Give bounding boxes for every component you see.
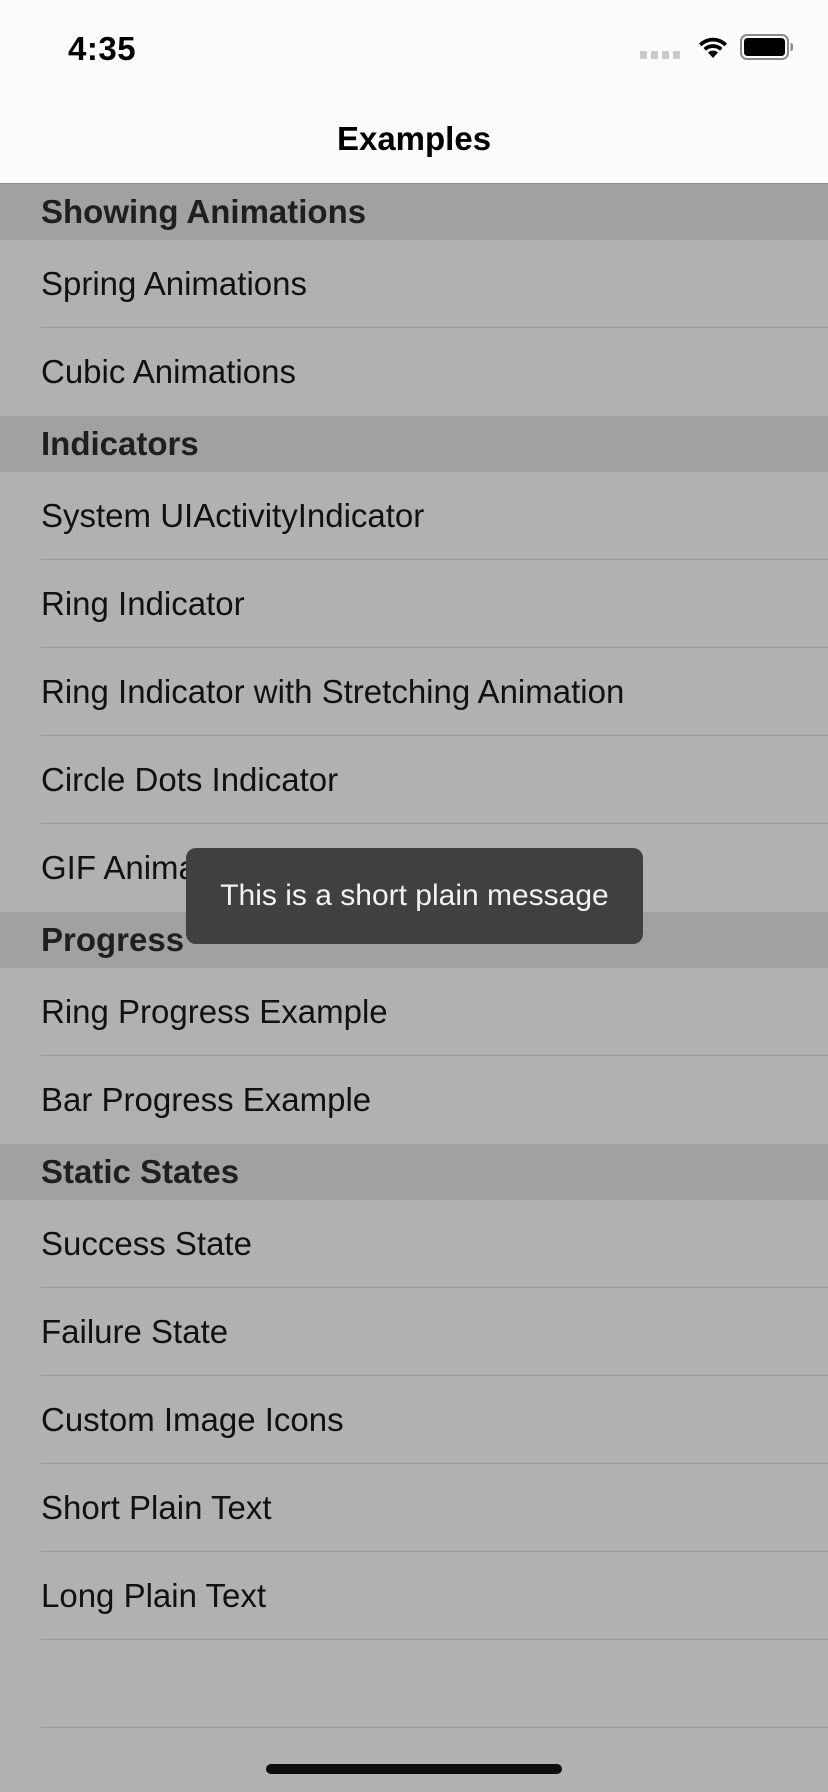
section-header-static-states: Static States: [0, 1144, 828, 1200]
status-bar: 4:35: [0, 0, 828, 92]
list-item-spring-animations[interactable]: Spring Animations: [0, 240, 828, 328]
battery-icon: [740, 34, 793, 60]
navigation-bar: Examples: [0, 92, 828, 184]
list-item-circle-dots-indicator[interactable]: Circle Dots Indicator: [0, 736, 828, 824]
section-header-showing-animations: Showing Animations: [0, 184, 828, 240]
empty-table-row: [0, 1640, 828, 1728]
home-indicator[interactable]: [266, 1764, 562, 1774]
status-icons: [640, 34, 794, 60]
list-item-bar-progress-example[interactable]: Bar Progress Example: [0, 1056, 828, 1144]
list-item-system-uiactivityindicator[interactable]: System UIActivityIndicator: [0, 472, 828, 560]
page-title: Examples: [336, 120, 492, 157]
status-time: 4:35: [68, 30, 137, 67]
toast-message: This is a short plain message: [186, 848, 643, 944]
wifi-icon: [699, 37, 727, 58]
cellular-signal-icon: [640, 35, 680, 59]
list-item-failure-state[interactable]: Failure State: [0, 1288, 828, 1376]
list-item-custom-image-icons[interactable]: Custom Image Icons: [0, 1376, 828, 1464]
list-item-long-plain-text[interactable]: Long Plain Text: [0, 1552, 828, 1640]
list-item-success-state[interactable]: Success State: [0, 1200, 828, 1288]
toast-message-text: This is a short plain message: [220, 879, 609, 912]
list-item-ring-progress-example[interactable]: Ring Progress Example: [0, 968, 828, 1056]
examples-table: Showing Animations Spring Animations Cub…: [0, 184, 828, 1728]
list-item-ring-indicator[interactable]: Ring Indicator: [0, 560, 828, 648]
section-header-indicators: Indicators: [0, 416, 828, 472]
list-item-cubic-animations[interactable]: Cubic Animations: [0, 328, 828, 416]
list-item-ring-indicator-stretching[interactable]: Ring Indicator with Stretching Animation: [0, 648, 828, 736]
list-item-short-plain-text[interactable]: Short Plain Text: [0, 1464, 828, 1552]
